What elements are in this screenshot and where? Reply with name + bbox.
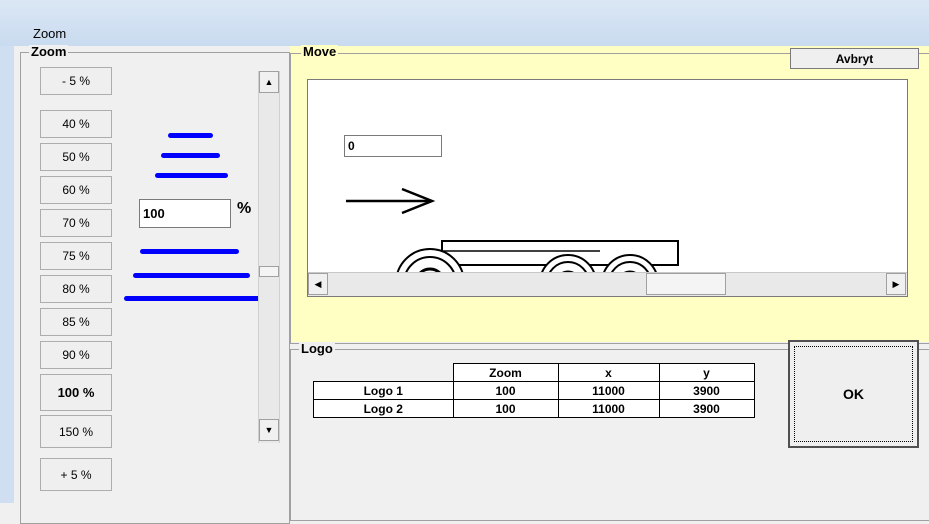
focus-rectangle [794, 346, 913, 442]
zoom-level-bar [133, 273, 250, 278]
scroll-right-button[interactable]: ▶ [886, 273, 906, 295]
logo-table: Zoom x y Logo 1 100 11000 3900 Logo 2 10… [313, 363, 755, 418]
zoom-preset-50-button[interactable]: 50 % [40, 143, 112, 171]
caret-down-icon: ▼ [264, 425, 274, 435]
zoom-level-bar [161, 153, 220, 158]
zoom-level-bar [140, 249, 239, 254]
x-cell[interactable]: 11000 [557, 399, 660, 418]
y-cell[interactable]: 3900 [658, 381, 755, 400]
zoom-minus-button[interactable]: - 5 % [40, 67, 112, 95]
move-scrollbar[interactable]: ◀ ▶ [308, 272, 907, 296]
zoom-preset-150-button[interactable]: 150 % [40, 415, 112, 448]
zoom-preset-40-button[interactable]: 40 % [40, 110, 112, 138]
window-title: Zoom [33, 26, 67, 41]
table-corner-cell [314, 364, 454, 382]
scroll-up-button[interactable]: ▲ [259, 71, 279, 93]
table-row[interactable]: Logo 1 100 11000 3900 [313, 381, 755, 400]
zoom-preset-85-button[interactable]: 85 % [40, 308, 112, 336]
scroll-down-button[interactable]: ▼ [259, 419, 279, 441]
window-frame [0, 46, 14, 503]
right-arrow-icon [346, 187, 436, 215]
zoom-cell[interactable]: 100 [452, 399, 559, 418]
zoom-level-bar [155, 173, 228, 178]
zoom-preset-70-button[interactable]: 70 % [40, 209, 112, 237]
zoom-percent-input[interactable] [139, 199, 231, 228]
zoom-cell[interactable]: 100 [452, 381, 559, 400]
zoom-preset-80-button[interactable]: 80 % [40, 275, 112, 303]
percent-sign: % [237, 200, 252, 217]
column-header-x: x [557, 363, 660, 382]
zoom-group-label: Zoom [29, 44, 69, 59]
zoom-preset-75-button[interactable]: 75 % [40, 242, 112, 270]
zoom-preset-90-button[interactable]: 90 % [40, 341, 112, 369]
ok-button[interactable]: OK [788, 340, 919, 448]
logo-group-label: Logo [299, 341, 335, 356]
move-group-label: Move [301, 44, 339, 59]
x-cell[interactable]: 11000 [557, 381, 660, 400]
zoom-scrollbar[interactable]: ▲ ▼ [258, 71, 280, 443]
caret-left-icon: ◀ [314, 278, 322, 289]
table-row[interactable]: Logo 2 100 11000 3900 [313, 399, 755, 418]
scroll-left-button[interactable]: ◀ [308, 273, 328, 295]
column-header-y: y [658, 363, 755, 382]
move-canvas[interactable]: ◀ ▶ [307, 79, 908, 297]
y-cell[interactable]: 3900 [658, 399, 755, 418]
row-label: Logo 1 [313, 381, 454, 400]
column-header-zoom: Zoom [452, 363, 559, 382]
zoom-level-bar [168, 133, 213, 138]
title-bar: Zoom [0, 0, 929, 47]
zoom-level-bar [124, 296, 264, 301]
cancel-button[interactable]: Avbryt [790, 48, 919, 69]
move-scroll-thumb[interactable] [646, 273, 726, 295]
caret-right-icon: ▶ [892, 278, 900, 289]
zoom-scroll-thumb[interactable] [259, 266, 279, 277]
table-header-row: Zoom x y [314, 363, 755, 382]
zoom-preset-60-button[interactable]: 60 % [40, 176, 112, 204]
zoom-plus-button[interactable]: + 5 % [40, 458, 112, 491]
move-offset-input[interactable] [344, 135, 442, 157]
row-label: Logo 2 [313, 399, 454, 418]
zoom-preset-100-button[interactable]: 100 % [40, 374, 112, 411]
caret-up-icon: ▲ [264, 77, 274, 87]
